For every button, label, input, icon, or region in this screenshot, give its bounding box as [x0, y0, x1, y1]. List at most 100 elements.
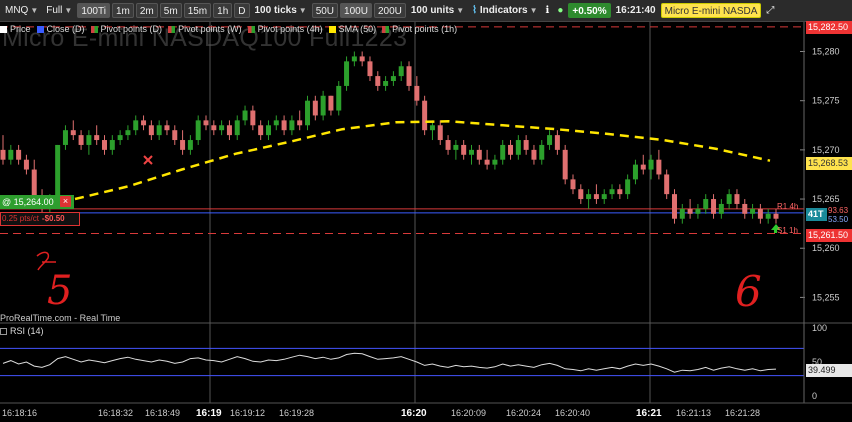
handwritten-five: 5: [47, 268, 72, 314]
pivot-swatch: [90, 25, 98, 33]
candle-body: [617, 189, 623, 195]
candle-body: [344, 61, 350, 86]
rsi-tick-label: 100: [812, 323, 827, 333]
legend-pivot-d[interactable]: Pivot points (D): [90, 24, 163, 34]
candle-body: [586, 194, 592, 200]
candle-body: [94, 135, 100, 141]
candle-body: [562, 149, 568, 180]
legend-pivot-w[interactable]: Pivot points (W): [168, 24, 242, 34]
candle-body: [164, 125, 170, 131]
candle-body: [484, 159, 490, 165]
candle-body: [726, 194, 732, 204]
candle-body: [281, 120, 287, 131]
sma-price-tag: 15,268.53: [806, 157, 852, 170]
candle-body: [172, 130, 178, 141]
price-tick-label: 15,270: [812, 145, 840, 155]
candle-body: [750, 208, 756, 214]
time-tick-label: 16:18:16: [2, 408, 37, 418]
candle-body: [305, 100, 311, 126]
candle-body: [312, 100, 318, 116]
legend-sma[interactable]: SMA (50): [328, 24, 377, 34]
candle-body: [718, 203, 724, 214]
candle-body: [55, 144, 61, 200]
axis-small-label: 53.50: [828, 215, 849, 224]
legend-pivot-1h[interactable]: Pivot points (1h): [382, 24, 457, 34]
candle-body: [289, 120, 295, 131]
time-tick-label: 16:20:40: [555, 408, 590, 418]
indicator-legend: Price Close (D) Pivot points (D) Pivot p…: [0, 22, 463, 36]
candle-body: [219, 125, 225, 131]
candle-body: [265, 125, 271, 136]
candle-body: [367, 61, 373, 77]
candle-body: [765, 213, 771, 219]
close-order-icon[interactable]: ×: [60, 196, 71, 207]
price-chart[interactable]: 15,280 15,275 15,270 15,265 15,260 15,255 100 5…: [0, 0, 852, 422]
rsi-line: [2, 352, 777, 373]
candle-body: [711, 199, 717, 214]
time-tick-label: 16:19:28: [279, 408, 314, 418]
candle-body: [625, 179, 631, 195]
candle-body: [492, 159, 498, 165]
candle-body: [414, 85, 420, 101]
candle-body: [390, 76, 396, 82]
price-tick-label: 15,260: [812, 243, 840, 253]
candle-body: [648, 159, 654, 170]
candle-body: [102, 140, 108, 150]
candle-body: [539, 144, 545, 160]
candle-body: [23, 159, 29, 170]
price-tick-label: 15,265: [812, 194, 840, 204]
candle-body: [437, 125, 443, 141]
price-swatch: [0, 25, 7, 33]
legend-price[interactable]: Price: [0, 24, 31, 34]
time-tick-label: 16:19: [196, 408, 222, 419]
time-tick-label: 16:21:13: [676, 408, 711, 418]
candle-body: [453, 144, 459, 150]
candle-body: [336, 85, 342, 111]
candle-body: [500, 144, 506, 160]
candle-body: [757, 208, 763, 219]
time-tick-label: 16:20: [401, 408, 427, 419]
rsi-tick-label: 0: [812, 391, 817, 401]
pivot-low-tag: 15,261.50: [806, 229, 852, 242]
legend-close-label: Close (D): [46, 24, 85, 34]
pts-label: 0.25 pts/ct: [2, 214, 39, 223]
rsi-label-text: RSI (14): [10, 326, 44, 336]
legend-pivot-d-label: Pivot points (D): [100, 24, 163, 34]
rsi-legend[interactable]: RSI (14): [0, 326, 44, 336]
legend-pivot-4h[interactable]: Pivot points (4h): [247, 24, 323, 34]
pivot-r1-label: R1 4h: [777, 202, 799, 211]
rsi-toggle-icon[interactable]: [0, 327, 7, 335]
data-source-label: ProRealTime.com - Real Time: [0, 313, 121, 323]
candle-body: [117, 135, 123, 141]
candle-body: [601, 194, 607, 200]
last-tick-tag: 41T: [806, 208, 827, 221]
candle-body: [203, 120, 209, 126]
candle-body: [297, 120, 303, 126]
legend-sma-label: SMA (50): [338, 24, 377, 34]
close-swatch: [36, 25, 44, 33]
legend-close[interactable]: Close (D): [36, 24, 85, 34]
candle-body: [86, 135, 92, 145]
candle-body: [547, 135, 553, 145]
candle-body: [328, 95, 334, 111]
candle-body: [148, 125, 154, 136]
candle-body: [320, 95, 326, 116]
candle-body: [468, 149, 474, 155]
time-tick-label: 16:20:24: [506, 408, 541, 418]
candle-body: [508, 144, 514, 155]
handwritten-six: 6: [735, 267, 762, 316]
candle-body: [703, 199, 709, 209]
order-pnl-tag: 0.25 pts/ct -$0.50: [0, 212, 80, 226]
price-tick-label: 15,280: [812, 47, 840, 57]
candle-body: [476, 149, 482, 160]
candle-body: [359, 56, 365, 62]
candle-body: [687, 208, 693, 214]
candle-body: [242, 110, 248, 121]
time-tick-label: 16:18:32: [98, 408, 133, 418]
candle-body: [16, 149, 22, 160]
candle-body: [640, 164, 646, 170]
price-tick-label: 15,255: [812, 292, 840, 302]
axis-small-label: 93.63: [828, 206, 849, 215]
candle-body: [141, 120, 147, 126]
rsi-value-tag: 39.499: [806, 364, 852, 377]
